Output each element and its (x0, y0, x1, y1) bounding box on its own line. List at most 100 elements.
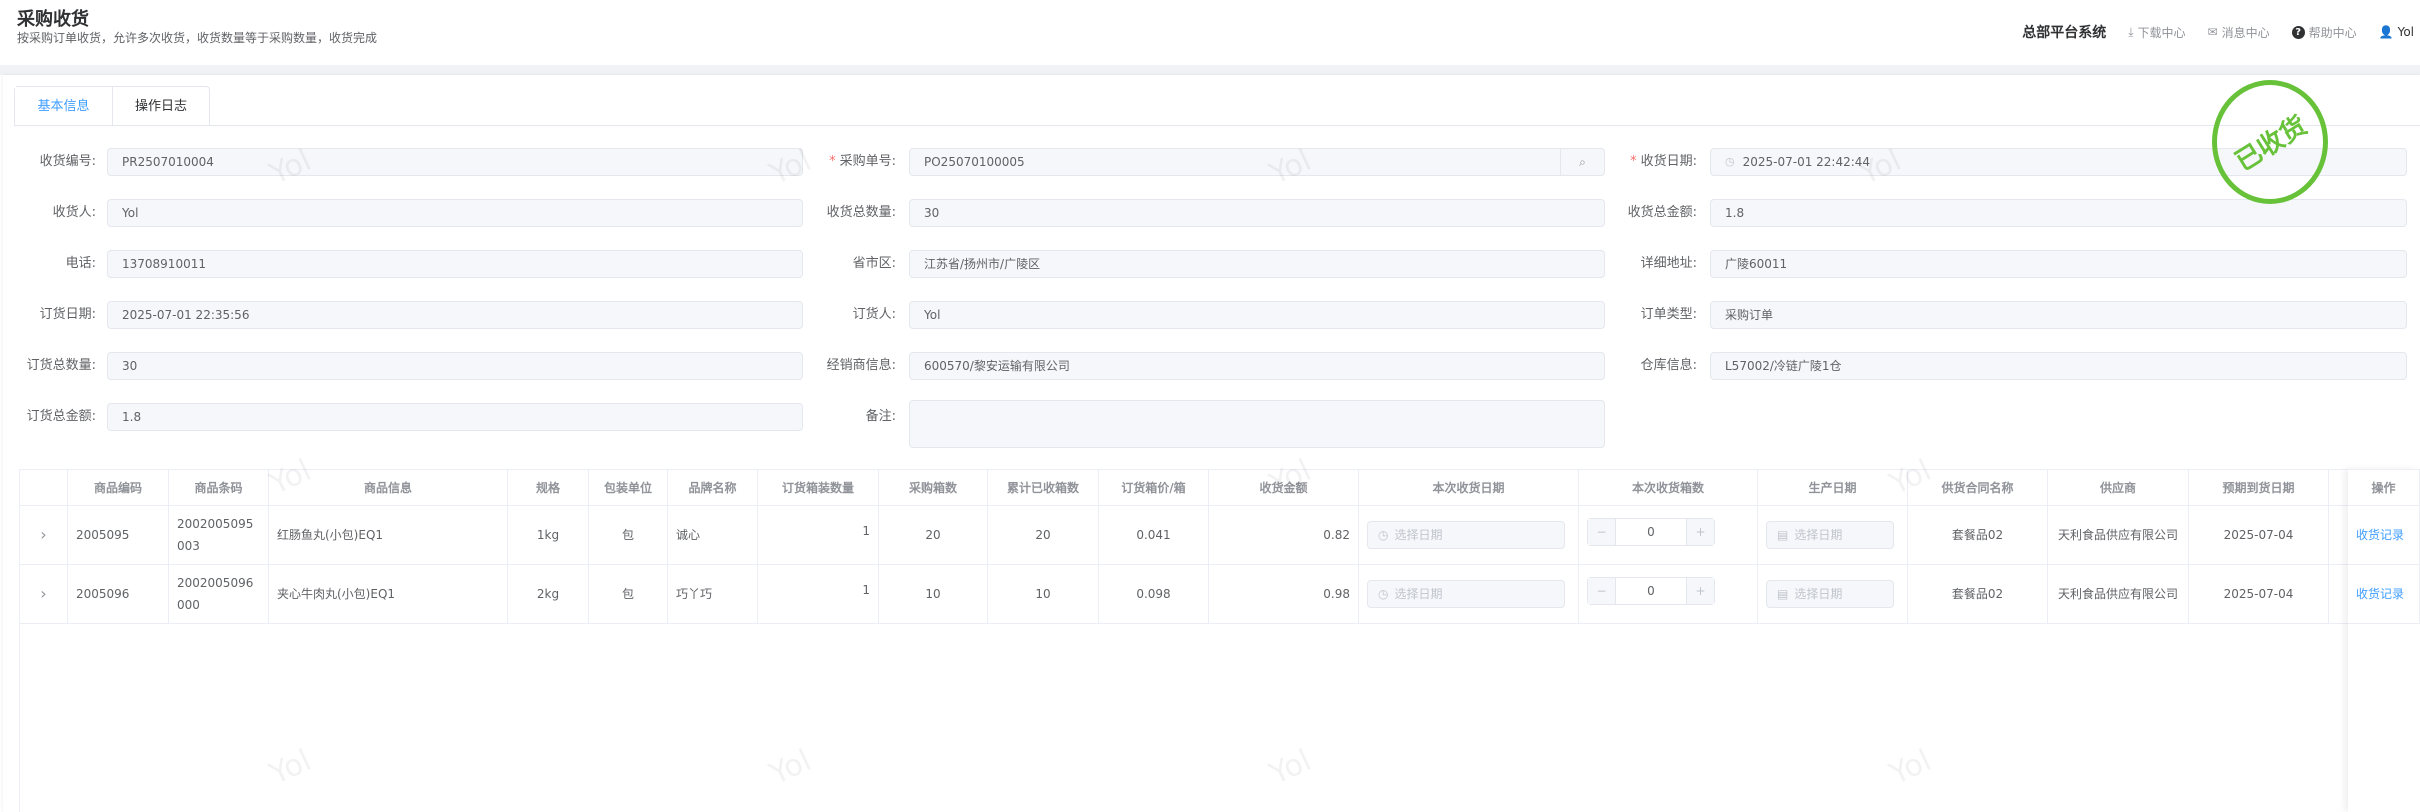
field-value: 1.8 (1725, 206, 1745, 220)
receipt-boxes-stepper[interactable]: −0 + (1587, 518, 1715, 546)
column-header-boxes: 采购箱数 (879, 470, 988, 506)
receipt-qty-field[interactable]: 30 (909, 199, 1605, 227)
receipt-record-link[interactable]: 收货记录 (2356, 524, 2404, 546)
received-stamp: 已收货 (2212, 80, 2328, 204)
label-text: 省市区: (852, 256, 896, 271)
receipt-date-picker[interactable]: ◷ 选择日期 (1367, 580, 1565, 608)
cell-price: 0.041 (1099, 506, 1209, 565)
user-menu[interactable]: 👤 Yol (2379, 25, 2414, 39)
column-header-brand: 品牌名称 (668, 470, 758, 506)
label-text: 订单类型: (1640, 307, 1697, 322)
column-header-spec: 规格 (508, 470, 589, 506)
cell-contract: 套餐品02 (1908, 506, 2048, 565)
increment-button[interactable]: + (1686, 519, 1714, 545)
label-text: 订货人: (852, 307, 896, 322)
order-amount-label: 订货总金额: (0, 403, 96, 431)
po-no-field[interactable]: PO25070100005 ⌕ (909, 148, 1605, 176)
production-date-picker[interactable]: ▤ 选择日期 (1766, 521, 1894, 549)
receipt-record-link[interactable]: 收货记录 (2356, 583, 2404, 605)
help-center-link[interactable]: ? 帮助中心 (2291, 24, 2357, 41)
dealer-field[interactable]: 600570/黎安运输有限公司 (909, 352, 1605, 380)
order-date-field[interactable]: 2025-07-01 22:35:56 (107, 301, 803, 329)
clock-icon: ◷ (1378, 587, 1389, 601)
cell-case-qty: 1 (758, 506, 879, 565)
label-text: 订货总金额: (26, 409, 96, 424)
phone-label: 电话: (0, 250, 96, 278)
cell-unit: 包 (589, 506, 668, 565)
column-header-barcode: 商品条码 (169, 470, 269, 506)
divider-band (0, 65, 2420, 75)
column-header-supplier: 供应商 (2048, 470, 2189, 506)
download-icon: ⤓ (2128, 24, 2134, 39)
cell-barcode: 2002005095003 (169, 506, 269, 565)
orderer-field[interactable]: Yol (909, 301, 1605, 329)
expand-row-icon[interactable]: › (20, 506, 68, 565)
label-text: 采购单号: (839, 154, 896, 169)
label-text: 收货日期: (1640, 154, 1697, 169)
label-text: 订货日期: (39, 307, 96, 322)
label-text: 收货编号: (39, 154, 96, 169)
field-value: 江苏省/扬州市/广陵区 (924, 257, 1041, 271)
order-qty-field[interactable]: 30 (107, 352, 803, 380)
decrement-button[interactable]: − (1588, 578, 1616, 604)
field-value: Yol (924, 308, 941, 322)
dealer-label: 经销商信息: (776, 352, 896, 380)
tab-basic-info[interactable]: 基本信息 (15, 87, 112, 127)
production-date-picker[interactable]: ▤ 选择日期 (1766, 580, 1894, 608)
decrement-button[interactable]: − (1588, 519, 1616, 545)
goods-table: 商品编码 商品条码 商品信息 规格 包装单位 品牌名称 订货箱装数量 采购箱数 累计已收箱数 订货… (19, 469, 2420, 812)
receiver-label: 收货人: (0, 199, 96, 227)
receipt-amount-field[interactable]: 1.8 (1710, 199, 2407, 227)
stepper-value[interactable]: 0 (1616, 578, 1686, 604)
tab-operation-log[interactable]: 操作日志 (112, 87, 209, 126)
stepper-value[interactable]: 0 (1616, 519, 1686, 545)
field-value: 2025-07-01 22:35:56 (122, 308, 250, 322)
receipt-qty-label: 收货总数量: (776, 199, 896, 227)
column-header-price: 订货箱价/箱 (1099, 470, 1209, 506)
field-value: 广陵60011 (1725, 257, 1788, 271)
cell-amount: 0.98 (1209, 565, 1359, 624)
label-text: 收货人: (52, 205, 96, 220)
cell-spec: 2kg (508, 565, 589, 624)
cell-received: 10 (988, 565, 1099, 624)
system-name: 总部平台系统 (2022, 25, 2107, 41)
receipt-date-picker[interactable]: ◷ 选择日期 (1367, 521, 1565, 549)
receipt-no-field[interactable]: PR2507010004 (107, 148, 803, 176)
region-field[interactable]: 江苏省/扬州市/广陵区 (909, 250, 1605, 278)
column-header-received: 累计已收箱数 (988, 470, 1099, 506)
expand-row-icon[interactable]: › (20, 565, 68, 624)
cell-received: 20 (988, 506, 1099, 565)
page-title: 采购收货 (17, 9, 89, 30)
cell-action: 收货记录 (2348, 506, 2420, 565)
cell-expected-date: 2025-07-04 (2189, 565, 2329, 624)
address-field[interactable]: 广陵60011 (1710, 250, 2407, 278)
cell-expected-date: 2025-07-04 (2189, 506, 2329, 565)
cell-production-date: ▤ 选择日期 (1758, 565, 1908, 624)
top-nav: 总部平台系统 ⤓ 下载中心 ✉ 消息中心 ? 帮助中心 👤 Yol (2022, 22, 2414, 42)
receiver-field[interactable]: Yol (107, 199, 803, 227)
cell-code: 2005095 (68, 506, 169, 565)
cell-brand: 诚心 (668, 506, 758, 565)
download-label: 下载中心 (2137, 25, 2186, 40)
receipt-boxes-stepper[interactable]: −0 + (1587, 577, 1715, 605)
field-value: 13708910011 (122, 257, 206, 271)
remark-field[interactable] (909, 400, 1605, 448)
message-center-link[interactable]: ✉ 消息中心 (2208, 24, 2270, 41)
required-mark: * (1630, 154, 1637, 169)
page-subtitle: 按采购订单收货，允许多次收货，收货数量等于采购数量，收货完成 (17, 31, 378, 45)
column-header-production-date: 生产日期 (1758, 470, 1908, 506)
order-type-field[interactable]: 采购订单 (1710, 301, 2407, 329)
field-value: L57002/冷链广陵1仓 (1725, 359, 1842, 373)
order-amount-field[interactable]: 1.8 (107, 403, 803, 431)
phone-field[interactable]: 13708910011 (107, 250, 803, 278)
cell-unit: 包 (589, 565, 668, 624)
field-value: Yol (122, 206, 139, 220)
cell-info: 红肠鱼丸(小包)EQ1 (269, 506, 508, 565)
cell-amount: 0.82 (1209, 506, 1359, 565)
cell-receipt-boxes: −0 + (1579, 565, 1758, 624)
download-center-link[interactable]: ⤓ 下载中心 (2128, 24, 2185, 41)
warehouse-field[interactable]: L57002/冷链广陵1仓 (1710, 352, 2407, 380)
cell-receipt-boxes: −0 + (1579, 506, 1758, 565)
cell-info: 夹心牛肉丸(小包)EQ1 (269, 565, 508, 624)
increment-button[interactable]: + (1686, 578, 1714, 604)
